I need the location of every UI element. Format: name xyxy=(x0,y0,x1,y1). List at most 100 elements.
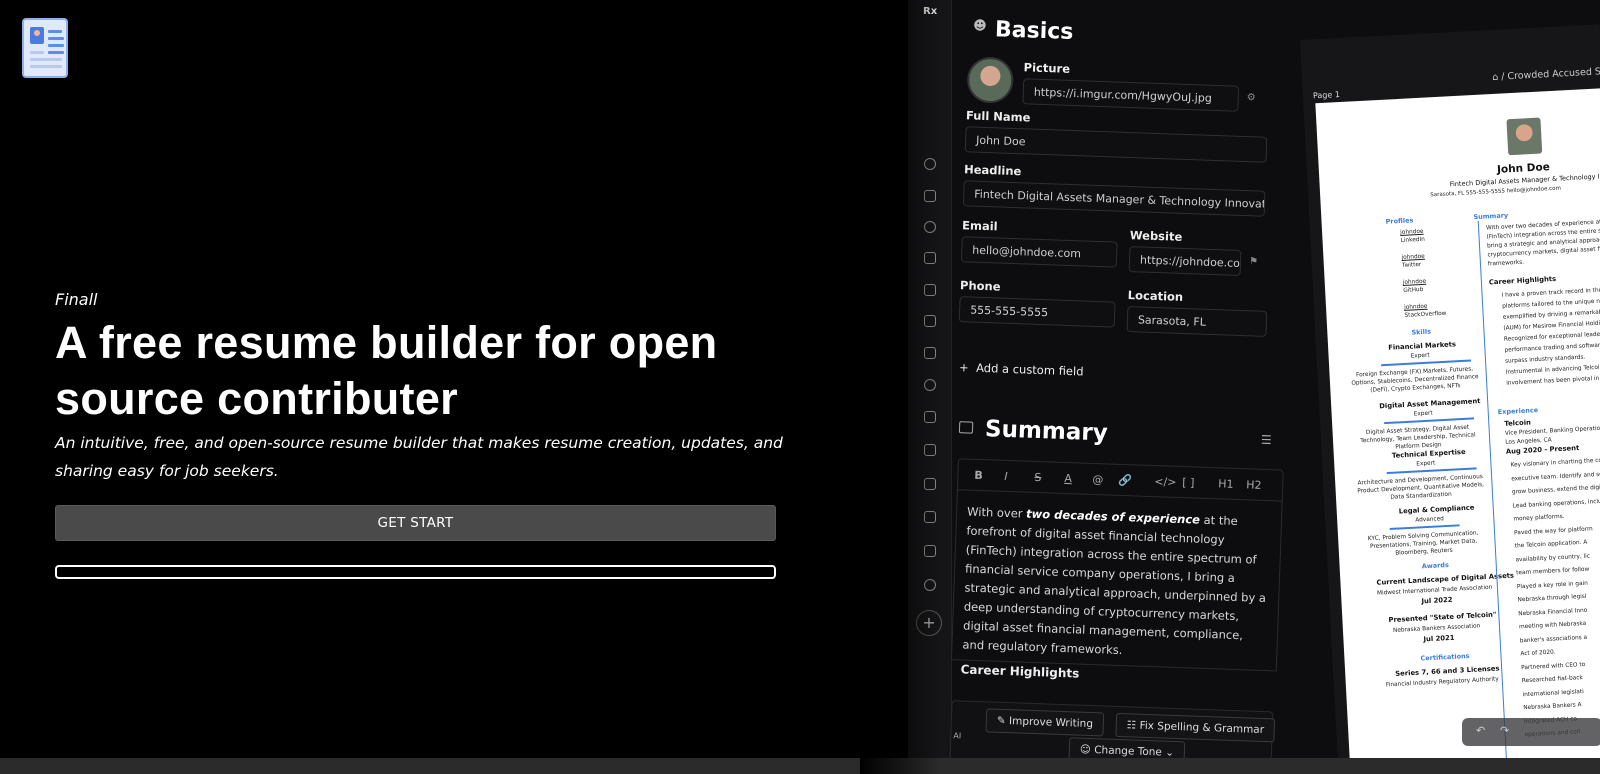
resume-page: John Doe Fintech Digital Assets Manager … xyxy=(1315,88,1600,760)
code-block-icon[interactable]: [ ] xyxy=(1182,476,1195,489)
code-icon[interactable]: </> xyxy=(1154,475,1177,489)
logo-line xyxy=(48,37,64,40)
profile-network: StackOverflow xyxy=(1404,310,1447,319)
award-title: Current Landscape of Digital Assets xyxy=(1376,571,1515,587)
resume-preview: ⌂ / Crowded Accused Slo Page 1 John Doe … xyxy=(1300,24,1600,760)
picture-input[interactable]: https://i.imgur.com/HgwyOuJ.jpg xyxy=(1022,78,1240,112)
change-tone-dropdown[interactable]: ☺ Change Tone ⌄ xyxy=(1068,737,1186,760)
page-label: Page 1 xyxy=(1312,89,1341,101)
headline-input[interactable]: Fintech Digital Assets Manager & Technol… xyxy=(962,180,1266,217)
award-date: Jul 2022 xyxy=(1421,595,1453,606)
experience-line: meeting with Nebraska xyxy=(1518,620,1587,631)
career-highlight-line: performance trading and software xyxy=(1504,342,1600,354)
settings-icon[interactable]: ⚙ xyxy=(1247,92,1256,103)
italic-icon[interactable]: I xyxy=(1004,470,1008,483)
add-custom-field-button[interactable]: + Add a custom field xyxy=(959,360,1084,378)
picture-label: Picture xyxy=(1023,60,1071,76)
redo-icon[interactable]: ↷ xyxy=(1500,724,1509,737)
pen-icon: ✎ xyxy=(996,714,1010,728)
summary-text-pre: With over xyxy=(966,504,1027,521)
email-label: Email xyxy=(961,218,998,234)
resume-summary-line: frameworks. xyxy=(1487,259,1525,268)
skill-level: Expert xyxy=(1413,410,1433,418)
fix-spelling-button[interactable]: ☷ Fix Spelling & Grammar xyxy=(1115,712,1276,743)
change-tone-label: Change Tone xyxy=(1093,744,1163,759)
phone-input[interactable]: 555-555-5555 xyxy=(958,296,1116,328)
tag-icon[interactable]: ⚑ xyxy=(1249,256,1258,267)
skill-keywords: Foreign Exchange (FX) Markets, Futures, … xyxy=(1351,366,1479,394)
fullname-input[interactable]: John Doe xyxy=(964,126,1268,163)
profile-network: Twitter xyxy=(1401,261,1422,269)
bottom-strip xyxy=(0,758,1600,774)
experience-lines: Key visionary in charting the comp execut… xyxy=(1315,88,1600,738)
undo-icon[interactable]: ↶ xyxy=(1476,724,1485,737)
career-highlights-title: Career Highlights xyxy=(1488,274,1557,287)
experience-line: Nebraska through legisl xyxy=(1517,593,1587,604)
website-label: Website xyxy=(1129,228,1183,244)
award-date: Jul 2021 xyxy=(1423,633,1455,644)
heading1-icon[interactable]: H1 xyxy=(1218,477,1234,491)
skill-keywords: Architecture and Development, Continuous… xyxy=(1357,474,1485,501)
skill-name: Digital Asset Management xyxy=(1379,397,1481,411)
experience-line: Act of 2020. xyxy=(1520,649,1556,658)
profile-network: GitHub xyxy=(1403,286,1424,294)
skill-name: Legal & Compliance xyxy=(1398,503,1475,516)
bold-icon[interactable]: B xyxy=(974,469,983,482)
menu-icon[interactable]: ☰ xyxy=(1261,433,1272,447)
experience-line: Paved the way for platform xyxy=(1513,525,1593,536)
certification-org: Financial Industry Regulatory Authority xyxy=(1385,676,1499,689)
avatar xyxy=(966,56,1015,104)
history-controls: ↶ ↷ xyxy=(1462,718,1600,746)
edge-fade xyxy=(860,0,940,774)
headline-label: Headline xyxy=(963,162,1022,179)
skill-level: Expert xyxy=(1410,352,1430,360)
add-custom-field-label: Add a custom field xyxy=(975,360,1084,379)
logo-line xyxy=(48,51,64,54)
breadcrumb[interactable]: ⌂ / Crowded Accused Slo xyxy=(1492,66,1600,83)
link-icon[interactable]: 🔗 xyxy=(1118,474,1132,487)
skill-keywords: KYC, Problem Solving Communication, Pres… xyxy=(1367,530,1479,557)
summary-title: Summary xyxy=(984,416,1109,447)
get-start-button[interactable]: GET START xyxy=(55,505,776,541)
ai-side-tag: AI xyxy=(953,731,962,741)
experience-line: banker's associations a xyxy=(1519,634,1588,644)
text-color-icon[interactable]: A xyxy=(1064,472,1072,485)
logo-line xyxy=(30,51,44,54)
career-highlight-line: surpass industry standards. xyxy=(1504,354,1586,365)
email-input[interactable]: hello@johndoe.com xyxy=(960,236,1118,268)
logo-line xyxy=(48,30,62,33)
location-input[interactable]: Sarasota, FL xyxy=(1126,306,1268,337)
summary-text-post: at the forefront of digital asset financ… xyxy=(962,512,1267,658)
awards-heading: Awards xyxy=(1421,560,1450,571)
experience-line: Researched fiat-back xyxy=(1521,675,1583,685)
resume-name: John Doe xyxy=(1496,161,1551,176)
website-input[interactable]: https://johndoe.com xyxy=(1128,246,1242,276)
experience-line: availability by country, lic xyxy=(1515,553,1591,563)
experience-line: Key visionary in charting the comp xyxy=(1510,457,1600,469)
hero-subtitle: An intuitive, free, and open-source resu… xyxy=(55,434,783,480)
improve-writing-button[interactable]: ✎ Improve Writing xyxy=(985,708,1105,737)
resume-summary-lines: With over two decades of experience at t… xyxy=(1315,88,1600,268)
strikethrough-icon[interactable]: S xyxy=(1034,471,1041,484)
experience-line: international legislati xyxy=(1522,688,1584,698)
skills-heading: Skills xyxy=(1411,327,1432,337)
summary-text-emphasis: two decades of experience xyxy=(1025,506,1201,527)
app-preview-mockup: Rx + ☻ Basics Picture https://i.imgur.co… xyxy=(908,0,1600,760)
logo-line xyxy=(48,44,64,47)
improve-writing-label: Improve Writing xyxy=(1008,715,1094,731)
experience-line: executive team. Identify and seize xyxy=(1511,470,1600,483)
heading2-icon[interactable]: H2 xyxy=(1246,478,1262,492)
phone-label: Phone xyxy=(959,278,1001,294)
resume-photo xyxy=(1506,117,1543,156)
spellcheck-icon: ☷ xyxy=(1126,719,1140,732)
experience-line: the Telcoin application. A xyxy=(1514,539,1588,550)
logo-line xyxy=(30,65,62,68)
experience-line: team members for follow xyxy=(1516,566,1590,577)
profile-network: LinkedIn xyxy=(1400,236,1426,245)
summary-editor[interactable]: With over two decades of experience at t… xyxy=(950,490,1283,672)
basics-title: Basics xyxy=(994,17,1074,45)
mention-icon[interactable]: @ xyxy=(1092,473,1103,486)
fix-spelling-label: Fix Spelling & Grammar xyxy=(1139,719,1265,737)
experience-heading: Experience xyxy=(1497,406,1539,417)
brand-name: Finall xyxy=(55,290,98,309)
